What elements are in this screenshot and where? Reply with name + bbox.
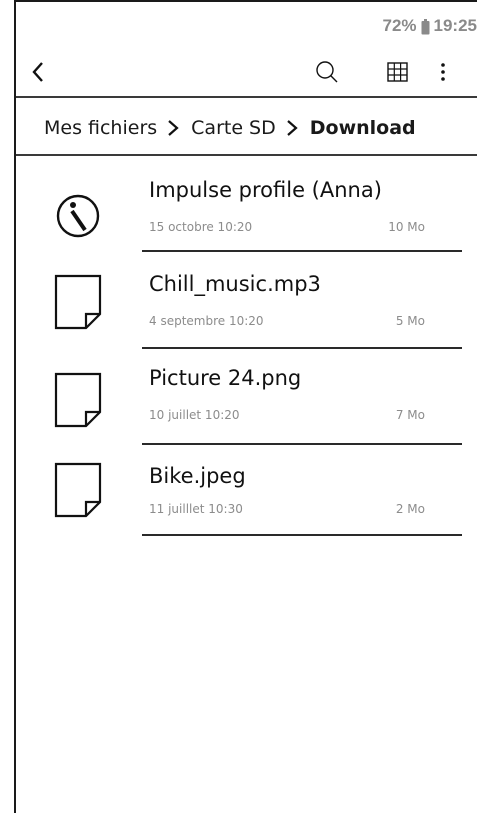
breadcrumb: Mes fichiers Carte SD Download [16,112,477,144]
file-name: Bike.jpeg [149,464,246,488]
breadcrumb-divider [16,154,477,156]
file-date: 15 octobre 10:20 [149,220,253,234]
search-icon [316,61,338,83]
more-options-button[interactable] [428,57,458,87]
file-size: 10 Mo [388,220,425,234]
file-size: 5 Mo [395,314,425,328]
file-icon [54,462,102,518]
battery-icon [421,18,430,34]
grid-view-icon [387,62,408,82]
row-divider [142,250,462,252]
chevron-right-icon [276,119,298,137]
file-size: 2 Mo [395,502,425,516]
back-button[interactable] [28,57,58,87]
chevron-left-icon [32,62,43,82]
file-name: Impulse profile (Anna) [149,178,382,202]
list-item[interactable]: Bike.jpeg 11 juilllet 10:30 2 Mo [16,460,477,556]
list-item[interactable]: Impulse profile (Anna) 15 octobre 10:20 … [16,166,477,262]
row-divider [142,443,462,445]
more-vertical-icon [441,63,445,81]
file-name: Picture 24.png [149,366,302,390]
info-icon [56,194,100,238]
file-date: 11 juilllet 10:30 [149,502,243,516]
list-item[interactable]: Picture 24.png 10 juillet 10:20 7 Mo [16,362,477,458]
row-divider [142,534,462,536]
battery-percentage: 72% [382,16,417,35]
breadcrumb-item-carte-sd[interactable]: Carte SD [179,117,276,139]
status-bar: 72% 19:25 [382,14,477,38]
file-icon [54,372,102,428]
file-date: 10 juillet 10:20 [149,408,240,422]
file-icon [54,274,102,330]
list-item[interactable]: Chill_music.mp3 4 septembre 10:20 5 Mo [16,264,477,360]
chevron-right-icon [157,119,179,137]
grid-view-button[interactable] [383,57,413,87]
toolbar-divider [16,96,477,98]
file-name: Chill_music.mp3 [149,272,321,296]
file-date: 4 septembre 10:20 [149,314,264,328]
breadcrumb-item-mes-fichiers[interactable]: Mes fichiers [16,117,157,139]
search-button[interactable] [312,57,342,87]
breadcrumb-item-download: Download [309,117,416,139]
row-divider [142,347,462,349]
file-size: 7 Mo [395,408,425,422]
clock: 19:25 [433,16,477,35]
